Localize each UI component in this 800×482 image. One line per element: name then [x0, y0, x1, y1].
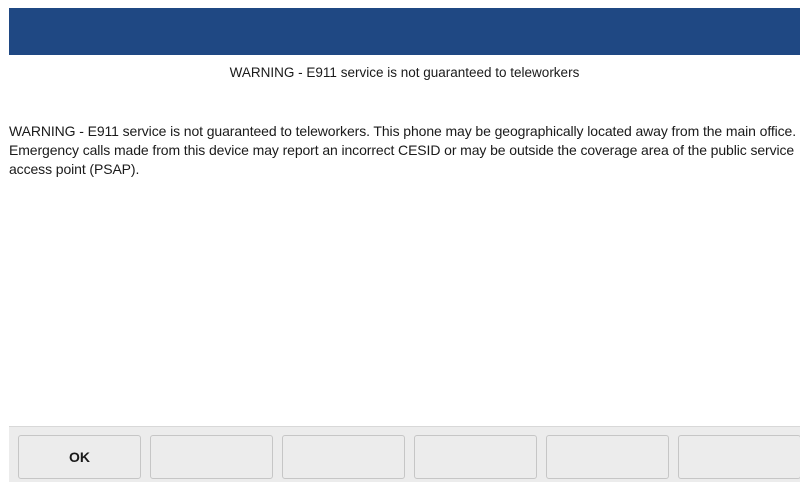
- dialog-header: WARNING - E911 service is not guaranteed…: [229, 65, 580, 80]
- softkey-2[interactable]: [150, 435, 273, 479]
- softkey-bar: OK: [9, 426, 800, 482]
- softkey-4[interactable]: [414, 435, 537, 479]
- softkey-6[interactable]: [678, 435, 800, 479]
- softkey-5[interactable]: [546, 435, 669, 479]
- screen-frame-top: [0, 0, 800, 8]
- softkey-3[interactable]: [282, 435, 405, 479]
- dialog-message: WARNING - E911 service is not guaranteed…: [9, 123, 797, 177]
- ok-softkey[interactable]: OK: [18, 435, 141, 479]
- title-bar: [9, 8, 800, 55]
